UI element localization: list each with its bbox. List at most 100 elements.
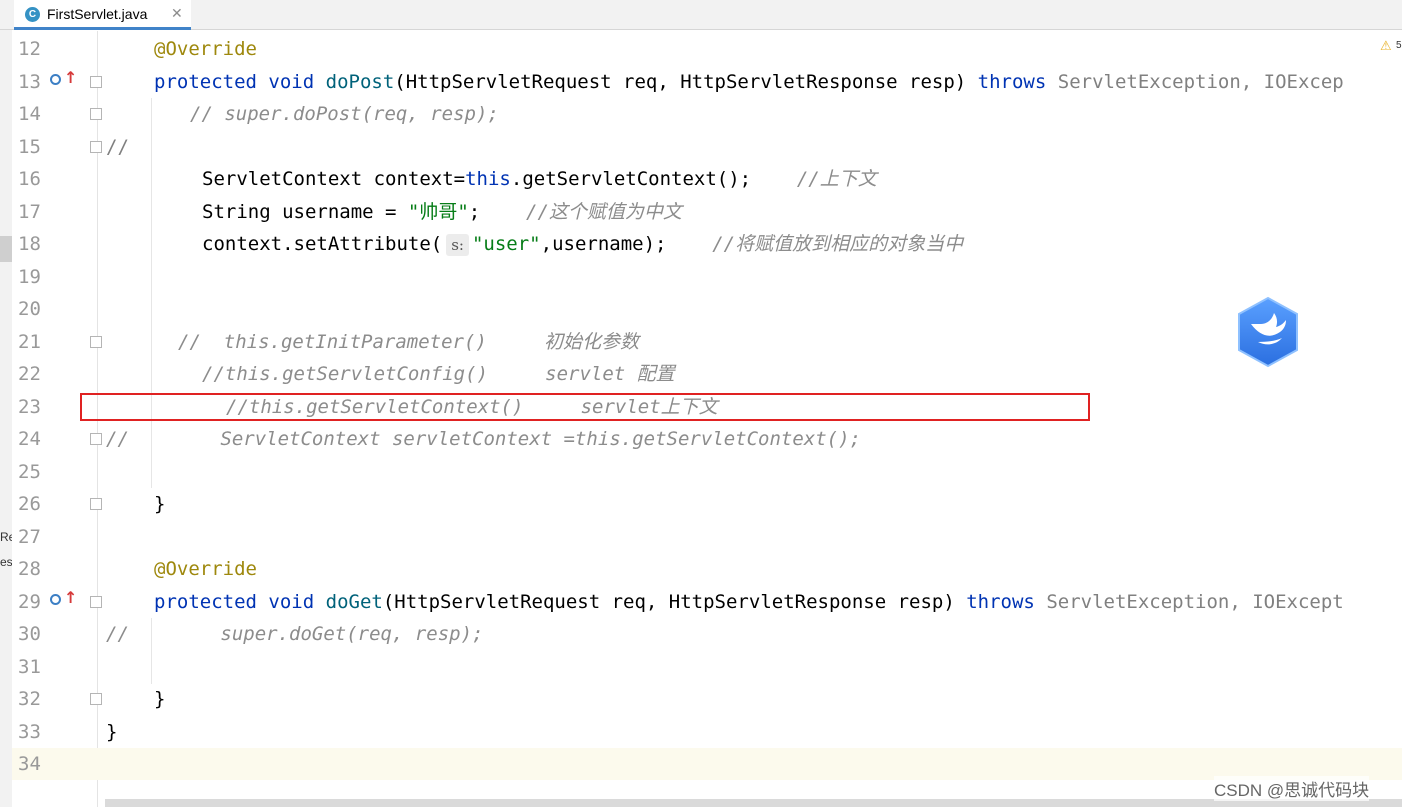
line-number: 24: [18, 428, 41, 450]
left-panel-edge: Re es: [0, 0, 15, 807]
code-line[interactable]: 15 //: [12, 131, 1402, 163]
watermark: CSDN @思诚代码块: [1214, 776, 1370, 801]
line-number: 26: [18, 493, 41, 515]
code-line[interactable]: 19: [12, 261, 1402, 293]
exceptions: ServletException, IOExcep: [1057, 71, 1344, 93]
code-token: context.setAttribute(: [202, 233, 443, 255]
code-line[interactable]: 33 }: [12, 716, 1402, 748]
override-method-icon[interactable]: [50, 74, 61, 85]
code-text: // super.doGet(req, resp);: [106, 618, 484, 650]
line-number: 22: [18, 363, 41, 385]
code-line[interactable]: 22 //this.getServletConfig() servlet 配置: [12, 358, 1402, 390]
line-number: 27: [18, 526, 41, 548]
java-class-icon: C: [25, 7, 40, 22]
code-line[interactable]: 24 // ServletContext servletContext =thi…: [12, 423, 1402, 455]
code-line[interactable]: 25: [12, 456, 1402, 488]
tab-label: FirstServlet.java: [47, 6, 148, 22]
annotation: @Override: [154, 558, 257, 580]
fold-icon[interactable]: [90, 108, 102, 120]
code-text: }: [154, 683, 165, 715]
closing-brace: }: [154, 493, 166, 515]
line-number: 34: [18, 748, 41, 780]
line-number: 25: [18, 461, 41, 483]
highlight-box: [80, 393, 1090, 421]
code-token: .getServletContext();: [510, 168, 752, 190]
code-token: ;: [468, 201, 481, 223]
code-line-current[interactable]: 34: [12, 748, 1402, 780]
code-text: @Override: [154, 33, 257, 65]
exceptions: ServletException, IOExcept: [1046, 591, 1344, 613]
fold-icon[interactable]: [90, 498, 102, 510]
keyword: throws: [977, 71, 1047, 93]
line-number: 16: [18, 168, 41, 190]
code-line[interactable]: 14 // super.doPost(req, resp);: [12, 98, 1402, 130]
comment: //将赋值放到相应的对象当中: [712, 233, 964, 255]
code-line[interactable]: 21 // this.getInitParameter() 初始化参数: [12, 326, 1402, 358]
code-line[interactable]: 16 ServletContext context=this.getServle…: [12, 163, 1402, 195]
code-line[interactable]: 32 }: [12, 683, 1402, 715]
closing-brace: }: [106, 721, 118, 743]
fold-icon[interactable]: [90, 596, 102, 608]
keyword: this: [465, 168, 511, 190]
code-line[interactable]: 29 ↑ protected void doGet(HttpServletReq…: [12, 586, 1402, 618]
fold-icon[interactable]: [90, 76, 102, 88]
up-arrow-icon[interactable]: ↑: [64, 588, 77, 607]
code-line[interactable]: 12 @Override: [12, 33, 1402, 65]
comment: // this.getInitParameter() 初始化参数: [178, 331, 640, 353]
code-token: ServletContext context=: [202, 168, 466, 190]
tab-first-servlet[interactable]: C FirstServlet.java ✕: [14, 0, 191, 30]
line-number: 20: [18, 298, 41, 320]
fold-icon[interactable]: [90, 336, 102, 348]
fold-icon[interactable]: [90, 433, 102, 445]
code-text: protected void doPost(HttpServletRequest…: [154, 66, 1344, 98]
close-icon[interactable]: ✕: [171, 5, 183, 22]
code-line[interactable]: 17 String username = "帅哥"; //这个赋值为中文: [12, 196, 1402, 228]
method-name: doPost: [325, 71, 395, 93]
code-text: }: [154, 488, 165, 520]
code-text: // ServletContext servletContext =this.g…: [106, 423, 861, 455]
line-number: 30: [18, 623, 41, 645]
bird-logo-icon[interactable]: [1236, 296, 1300, 368]
code-text: //this.getServletConfig() servlet 配置: [202, 358, 675, 390]
keyword: void: [268, 71, 315, 93]
code-text: }: [106, 716, 117, 748]
code-line[interactable]: 26 }: [12, 488, 1402, 520]
code-line[interactable]: 18 context.setAttribute(s: "user",usernam…: [12, 228, 1402, 260]
comment: // super.doGet(req, resp);: [106, 623, 484, 645]
code-line[interactable]: 13 ↑ protected void doPost(HttpServletRe…: [12, 66, 1402, 98]
line-number: 31: [18, 656, 41, 678]
code-line[interactable]: 28 @Override: [12, 553, 1402, 585]
override-method-icon[interactable]: [50, 594, 61, 605]
code-line[interactable]: 20: [12, 293, 1402, 325]
method-name: doGet: [325, 591, 383, 613]
fold-icon[interactable]: [90, 693, 102, 705]
comment: // ServletContext servletContext =this.g…: [106, 428, 861, 450]
panel-marker: [0, 236, 12, 262]
line-number: 21: [18, 331, 41, 353]
code-line[interactable]: 30 // super.doGet(req, resp);: [12, 618, 1402, 650]
editor-tab-bar: C FirstServlet.java ✕: [0, 0, 1402, 30]
line-number: 13: [18, 71, 41, 93]
comment: //: [106, 136, 129, 158]
line-number: 17: [18, 201, 41, 223]
line-number: 18: [18, 233, 41, 255]
parameters: (HttpServletRequest req, HttpServletResp…: [382, 591, 967, 613]
code-text: @Override: [154, 553, 257, 585]
fold-icon[interactable]: [90, 141, 102, 153]
code-text: ServletContext context=this.getServletCo…: [202, 163, 877, 195]
code-text: protected void doGet(HttpServletRequest …: [154, 586, 1344, 618]
horizontal-scrollbar[interactable]: [105, 799, 1402, 807]
code-token: ,username);: [540, 233, 667, 255]
code-text: // this.getInitParameter() 初始化参数: [178, 326, 639, 358]
code-line[interactable]: 31: [12, 651, 1402, 683]
up-arrow-icon[interactable]: ↑: [64, 68, 77, 87]
comment: //上下文: [796, 168, 877, 190]
code-text: String username = "帅哥"; //这个赋值为中文: [202, 196, 682, 228]
comment: //这个赋值为中文: [526, 201, 682, 223]
line-number: 19: [18, 266, 41, 288]
code-line[interactable]: 27: [12, 521, 1402, 553]
keyword: protected: [154, 591, 257, 613]
parameters: (HttpServletRequest req, HttpServletResp…: [394, 71, 978, 93]
line-number: 23: [18, 396, 41, 418]
line-number: 28: [18, 558, 41, 580]
